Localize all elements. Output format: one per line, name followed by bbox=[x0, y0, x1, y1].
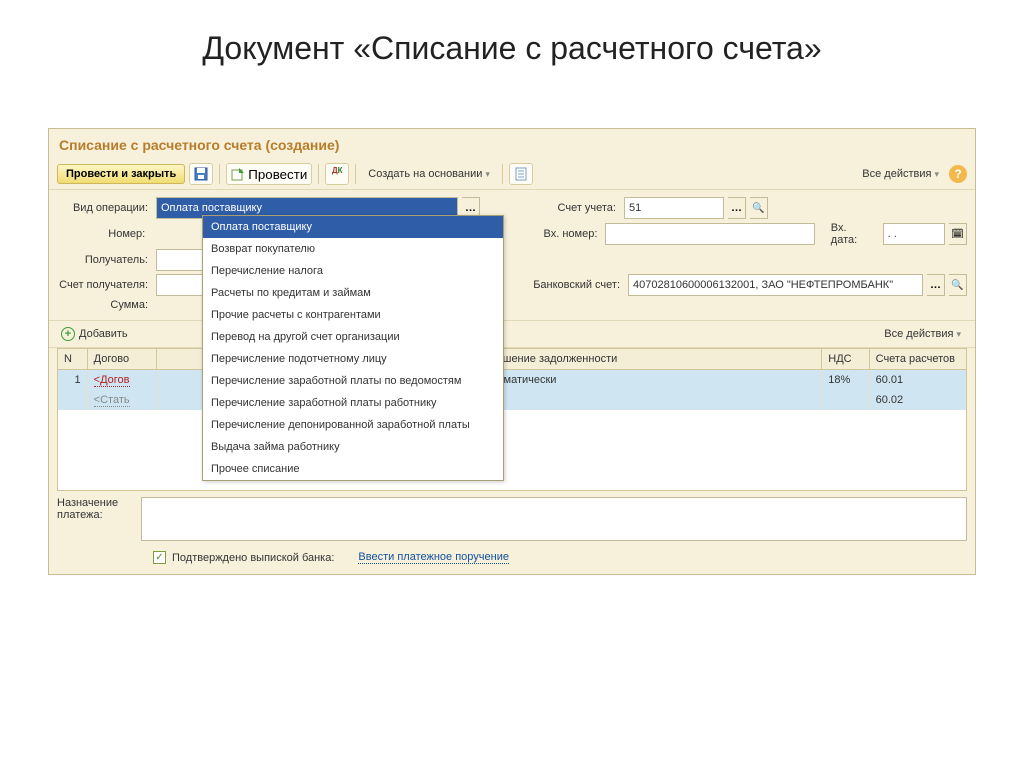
grid-header: N Догово огашение задолженности НДС Счет… bbox=[58, 349, 966, 370]
in-date-value: . . bbox=[888, 228, 897, 240]
create-based-button[interactable]: Создать на основании bbox=[362, 167, 496, 181]
report-button[interactable] bbox=[509, 163, 533, 185]
app-window: Списание с расчетного счета (создание) П… bbox=[48, 128, 976, 575]
col-n[interactable]: N bbox=[58, 349, 88, 369]
cell-dogovor: <Догов bbox=[88, 370, 157, 390]
confirmed-label: Подтверждено выпиской банка: bbox=[172, 552, 334, 564]
toolbar: Провести и закрыть Провести ДК Создать н… bbox=[49, 159, 975, 190]
cell-nds bbox=[822, 390, 869, 410]
dropdown-item[interactable]: Прочие расчеты с контрагентами bbox=[203, 304, 503, 326]
table-row[interactable]: 1 <Догов атоматически 18% 60.01 bbox=[58, 370, 966, 390]
bottom-bar: ✓ Подтверждено выпиской банка: Ввести пл… bbox=[49, 545, 975, 574]
dk-button[interactable]: ДК bbox=[325, 163, 349, 185]
bank-account-input[interactable]: 40702810600006132001, ЗАО "НЕФТЕПРОМБАНК… bbox=[628, 274, 923, 296]
in-number-input[interactable] bbox=[605, 223, 815, 245]
form-area: Вид операции: Оплата поставщику Счет уче… bbox=[49, 190, 975, 320]
dropdown-item[interactable]: Перечисление налога bbox=[203, 260, 503, 282]
grid-toolbar: + Добавить Все действия bbox=[49, 320, 975, 348]
dropdown-item[interactable]: Расчеты по кредитам и займам bbox=[203, 282, 503, 304]
bank-account-value: 40702810600006132001, ЗАО "НЕФТЕПРОМБАНК… bbox=[633, 279, 893, 291]
add-label: Добавить bbox=[79, 328, 128, 340]
enter-payment-order-link[interactable]: Ввести платежное поручение bbox=[358, 551, 509, 564]
grid-all-actions-button[interactable]: Все действия bbox=[878, 327, 967, 341]
col-schet[interactable]: Счета расчетов bbox=[870, 349, 966, 369]
dropdown-item[interactable]: Перечисление заработной платы по ведомос… bbox=[203, 370, 503, 392]
save-button[interactable] bbox=[189, 163, 213, 185]
separator bbox=[219, 164, 220, 184]
slide-title: Документ «Списание с расчетного счета» bbox=[0, 0, 1024, 87]
post-label: Провести bbox=[248, 167, 307, 182]
cell-nds: 18% bbox=[822, 370, 869, 390]
detail-grid: N Догово огашение задолженности НДС Счет… bbox=[57, 348, 967, 491]
bank-account-dots-button[interactable] bbox=[927, 274, 945, 296]
in-date-label: Вх. дата: bbox=[831, 222, 875, 246]
cell-pogash bbox=[481, 390, 823, 410]
grid-all-actions-label: Все действия bbox=[884, 328, 953, 340]
cell-pogash: атоматически bbox=[481, 370, 823, 390]
create-based-label: Создать на основании bbox=[368, 168, 482, 180]
recipient-acc-label: Счет получателя: bbox=[57, 279, 152, 291]
account-input[interactable]: 51 bbox=[624, 197, 724, 219]
bank-account-search-button[interactable] bbox=[949, 274, 967, 296]
separator bbox=[318, 164, 319, 184]
window-title: Списание с расчетного счета (создание) bbox=[49, 129, 975, 159]
separator bbox=[502, 164, 503, 184]
account-dots-button[interactable] bbox=[728, 197, 746, 219]
separator bbox=[355, 164, 356, 184]
col-nds[interactable]: НДС bbox=[822, 349, 869, 369]
recipient-label: Получатель: bbox=[57, 254, 152, 266]
dropdown-item[interactable]: Перевод на другой счет организации bbox=[203, 326, 503, 348]
in-date-calendar-button[interactable] bbox=[949, 223, 967, 245]
post-icon bbox=[231, 167, 245, 181]
dropdown-item[interactable]: Выдача займа работнику bbox=[203, 436, 503, 458]
cell-schet: 60.02 bbox=[870, 390, 966, 410]
account-value: 51 bbox=[629, 202, 641, 214]
bank-account-label: Банковский счет: bbox=[524, 279, 624, 291]
post-button[interactable]: Провести bbox=[226, 163, 312, 185]
sum-label: Сумма: bbox=[57, 299, 152, 311]
dropdown-item[interactable]: Прочее списание bbox=[203, 458, 503, 480]
help-icon[interactable]: ? bbox=[949, 165, 967, 183]
cell-n bbox=[58, 390, 88, 410]
purpose-label: Назначение платежа: bbox=[57, 497, 137, 521]
dropdown-item[interactable]: Оплата поставщику bbox=[203, 216, 503, 238]
all-actions-button[interactable]: Все действия bbox=[856, 167, 945, 181]
dropdown-item[interactable]: Перечисление депонированной заработной п… bbox=[203, 414, 503, 436]
number-label: Номер: bbox=[57, 228, 149, 240]
purpose-row: Назначение платежа: bbox=[49, 493, 975, 545]
report-icon bbox=[514, 167, 528, 181]
all-actions-label: Все действия bbox=[862, 168, 931, 180]
purpose-textarea[interactable] bbox=[141, 497, 967, 541]
add-row-button[interactable]: + Добавить bbox=[57, 325, 132, 343]
cell-n: 1 bbox=[58, 370, 88, 390]
table-row[interactable]: <Стать 60.02 bbox=[58, 390, 966, 410]
confirmed-checkbox[interactable]: ✓ bbox=[153, 551, 166, 564]
dropdown-item[interactable]: Возврат покупателю bbox=[203, 238, 503, 260]
plus-icon: + bbox=[61, 327, 75, 341]
cell-dogovor: <Стать bbox=[88, 390, 157, 410]
in-date-input[interactable]: . . bbox=[883, 223, 945, 245]
disk-icon bbox=[194, 167, 208, 181]
dropdown-item[interactable]: Перечисление подотчетному лицу bbox=[203, 348, 503, 370]
dk-icon: ДК bbox=[330, 167, 344, 181]
in-number-label: Вх. номер: bbox=[504, 228, 601, 240]
dropdown-item[interactable]: Перечисление заработной платы работнику bbox=[203, 392, 503, 414]
col-pogash[interactable]: огашение задолженности bbox=[481, 349, 823, 369]
operation-label: Вид операции: bbox=[57, 202, 152, 214]
col-dogovor[interactable]: Догово bbox=[88, 349, 157, 369]
post-and-close-button[interactable]: Провести и закрыть bbox=[57, 164, 185, 184]
grid-empty-area bbox=[58, 410, 966, 490]
account-search-button[interactable] bbox=[750, 197, 768, 219]
operation-dropdown[interactable]: Оплата поставщику Возврат покупателю Пер… bbox=[202, 215, 504, 481]
cell-schet: 60.01 bbox=[870, 370, 966, 390]
account-label: Счет учета: bbox=[520, 202, 620, 214]
